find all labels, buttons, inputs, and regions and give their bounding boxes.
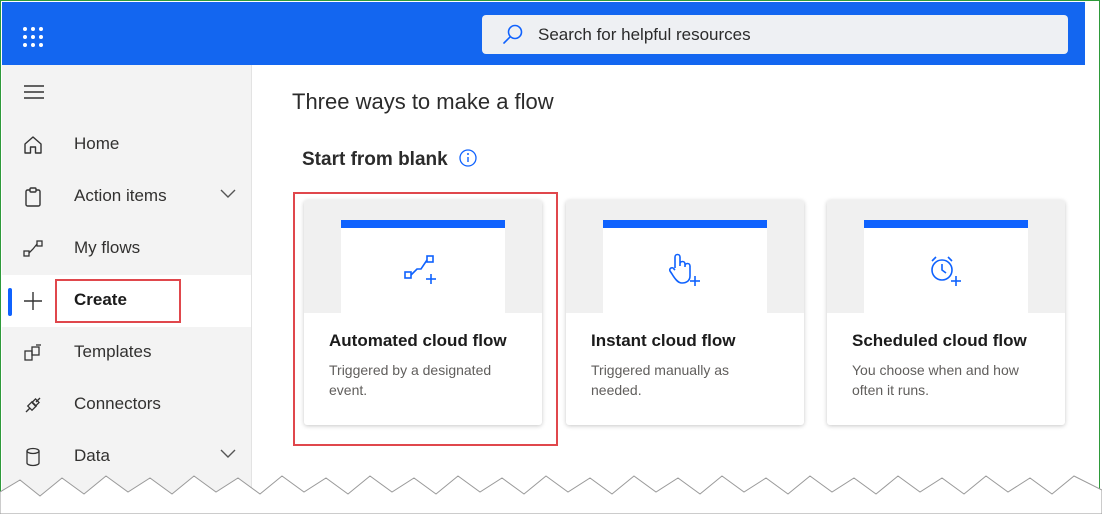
section-title: Start from blank <box>302 149 448 170</box>
nav-item-home[interactable]: Home <box>2 119 251 171</box>
alarm-clock-icon <box>931 256 961 286</box>
search-icon <box>503 24 523 44</box>
chevron-down-icon[interactable] <box>220 189 236 199</box>
home-icon <box>24 136 42 154</box>
app-launcher-icon[interactable] <box>22 26 44 48</box>
nav-label: Home <box>74 134 120 153</box>
nav-label: Connectors <box>74 394 161 413</box>
hamburger-menu-icon[interactable] <box>24 85 44 99</box>
torn-edge-decoration <box>0 475 1102 514</box>
nav-label: Action items <box>74 186 167 205</box>
connector-icon <box>25 397 41 413</box>
info-icon[interactable] <box>459 149 477 167</box>
active-indicator <box>8 288 12 316</box>
chevron-down-icon[interactable] <box>220 449 236 459</box>
card-title: Scheduled cloud flow <box>852 331 1027 350</box>
touch-icon <box>668 253 700 286</box>
card-hero <box>566 200 804 313</box>
card-illustration <box>864 220 1028 313</box>
templates-icon <box>24 344 41 361</box>
nav-item-templates[interactable]: Templates <box>2 327 251 379</box>
nav-item-connectors[interactable]: Connectors <box>2 379 251 431</box>
card-description: You choose when and how often it runs. <box>852 362 1019 398</box>
card-instant-cloud-flow[interactable]: Instant cloud flow Triggered manually as… <box>566 200 804 425</box>
nav-item-my-flows[interactable]: My flows <box>2 223 251 275</box>
card-illustration <box>603 220 767 313</box>
highlight-box-create <box>55 279 181 323</box>
flow-icon <box>23 240 43 257</box>
search-box[interactable]: Search for helpful resources <box>482 15 1068 54</box>
highlight-box-automated-card <box>293 192 558 446</box>
plus-icon <box>24 292 42 310</box>
nav-item-action-items[interactable]: Action items <box>2 171 251 223</box>
nav-label: My flows <box>74 238 141 257</box>
search-placeholder: Search for helpful resources <box>538 25 751 44</box>
card-description: Triggered manually as needed. <box>591 362 729 398</box>
card-hero <box>827 200 1065 313</box>
clipboard-icon <box>25 187 41 207</box>
card-title: Instant cloud flow <box>591 331 736 350</box>
card-scheduled-cloud-flow[interactable]: Scheduled cloud flow You choose when and… <box>827 200 1065 425</box>
nav-label: Templates <box>74 342 152 361</box>
page-title: Three ways to make a flow <box>292 89 554 114</box>
